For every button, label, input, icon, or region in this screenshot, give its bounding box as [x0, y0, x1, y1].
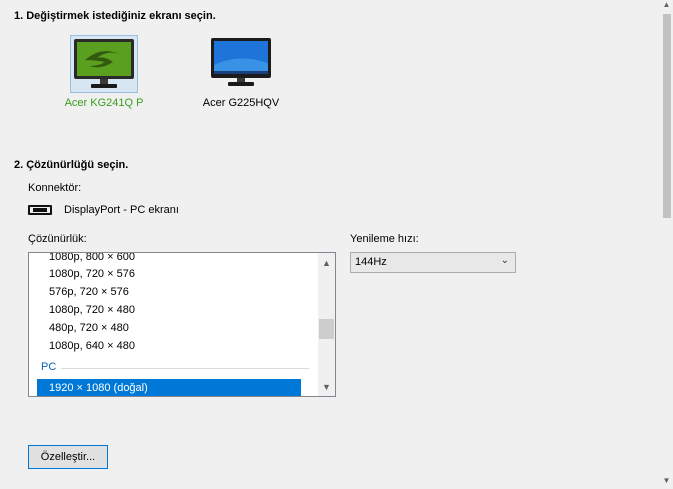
- section1-heading: 1. Değiştirmek istediğiniz ekranı seçin.: [14, 10, 216, 22]
- connector-value: DisplayPort - PC ekranı: [64, 204, 179, 216]
- scroll-thumb[interactable]: [319, 319, 334, 339]
- display-name: Acer KG241Q P: [64, 97, 144, 109]
- list-item[interactable]: 1080p, 720 × 480: [37, 301, 301, 319]
- display-selection-frame: [70, 35, 138, 93]
- list-item[interactable]: 576p, 720 × 576: [37, 283, 301, 301]
- scroll-up-icon[interactable]: ▲: [318, 255, 335, 272]
- page-scroll-up-icon[interactable]: ▲: [660, 0, 673, 9]
- displayport-icon: [28, 205, 52, 215]
- list-item[interactable]: 1080p, 720 × 576: [37, 265, 301, 283]
- list-item[interactable]: 1080p, 800 × 600: [37, 253, 301, 266]
- display-acer-g225hqv[interactable]: Acer G225HQV: [181, 35, 301, 109]
- list-item[interactable]: 480p, 720 × 480: [37, 319, 301, 337]
- resolution-label: Çözünürlük:: [28, 233, 87, 245]
- list-group-divider: [61, 368, 309, 369]
- nvidia-monitor-icon: [74, 39, 134, 88]
- display-name: Acer G225HQV: [202, 97, 280, 109]
- page-scroll-down-icon[interactable]: ▼: [660, 476, 673, 485]
- resolution-listbox[interactable]: 1080p, 800 × 600 1080p, 720 × 576 576p, …: [28, 252, 336, 397]
- list-item[interactable]: 1080p, 640 × 480: [37, 337, 301, 355]
- list-scrollbar[interactable]: ▲ ▼: [318, 253, 335, 396]
- page-scroll-thumb[interactable]: [663, 14, 671, 218]
- section2-heading: 2. Çözünürlüğü seçin.: [14, 159, 129, 171]
- connector-label: Konnektör:: [28, 182, 82, 194]
- display-acer-kg241q[interactable]: Acer KG241Q P: [44, 35, 164, 109]
- page-scrollbar[interactable]: ▲ ▼: [660, 0, 673, 489]
- list-item-selected[interactable]: 1920 × 1080 (doğal): [37, 379, 301, 396]
- refresh-rate-label: Yenileme hızı:: [350, 233, 419, 245]
- refresh-rate-select[interactable]: 144Hz ⌄: [350, 252, 516, 273]
- display-frame: [207, 35, 275, 93]
- refresh-rate-value: 144Hz: [355, 256, 387, 268]
- customize-button[interactable]: Özelleştir...: [28, 445, 108, 469]
- windows-monitor-icon: [211, 38, 271, 86]
- scroll-down-icon[interactable]: ▼: [318, 379, 335, 396]
- chevron-down-icon: ⌄: [500, 255, 509, 266]
- list-group-label: PC: [41, 361, 57, 373]
